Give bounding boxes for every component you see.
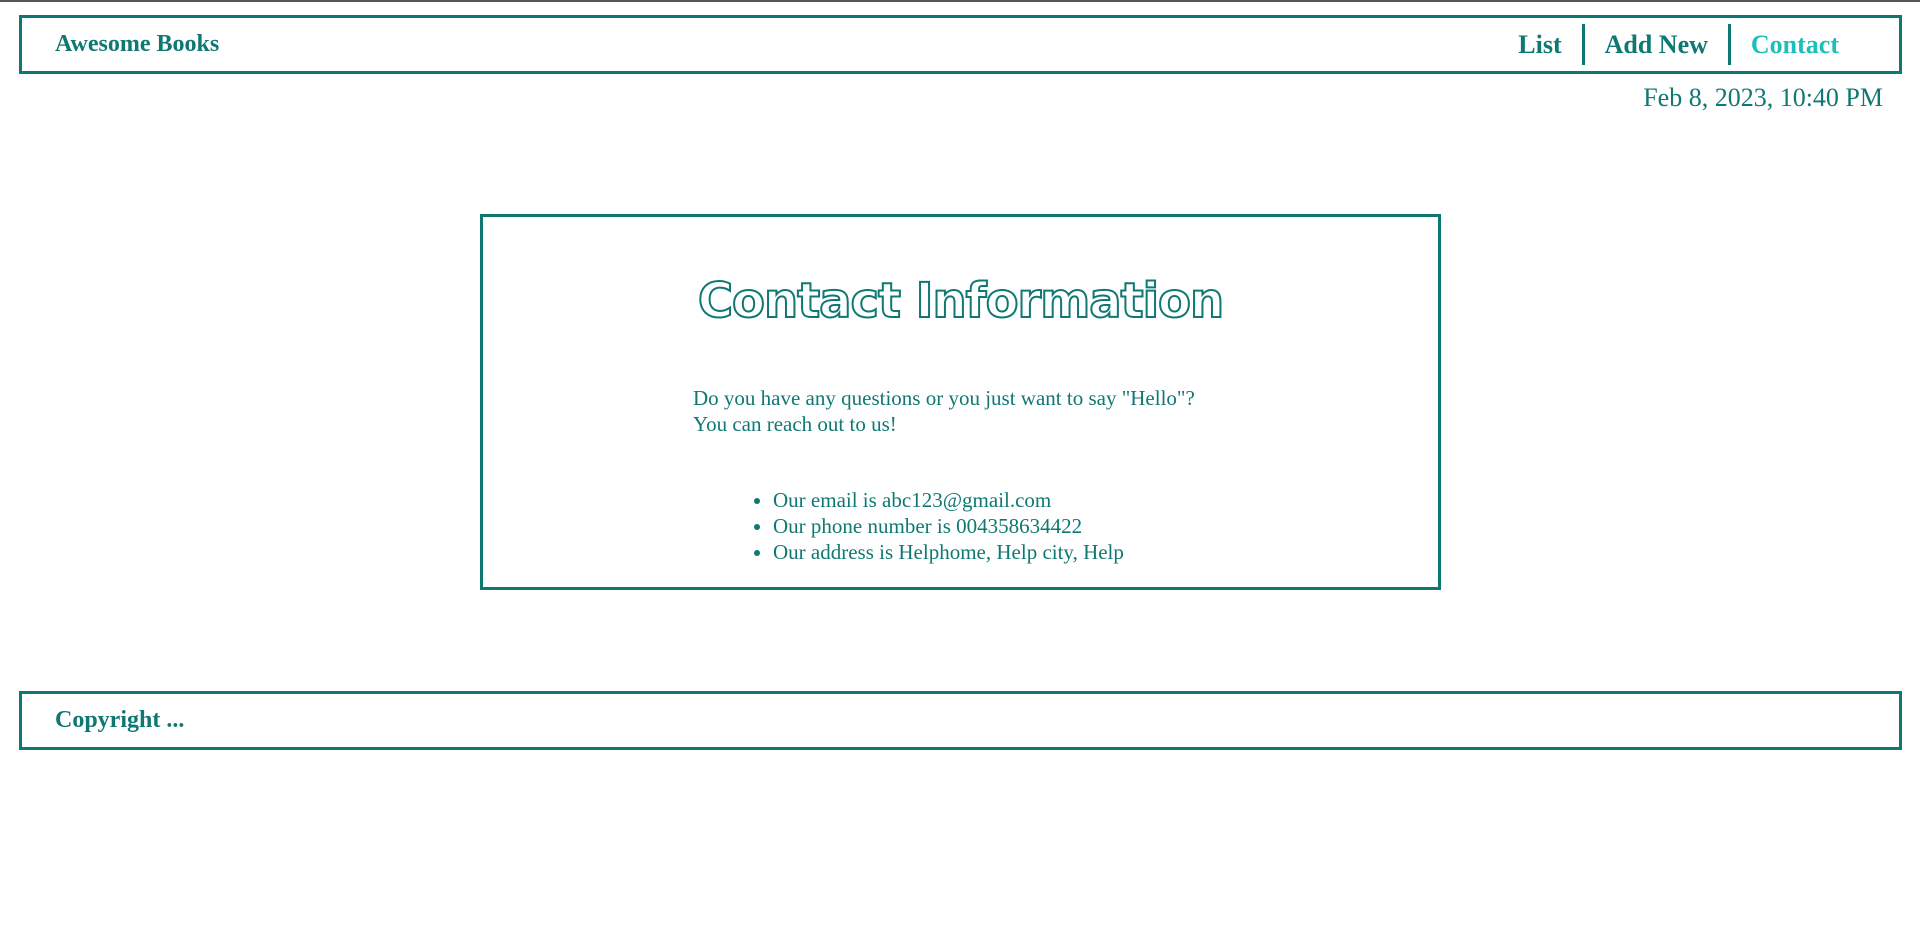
brand-logo-text[interactable]: Awesome Books [55,31,219,58]
navbar: Awesome Books List Add New Contact [19,15,1902,74]
footer: Copyright ... [19,691,1902,750]
contact-intro-line: You can reach out to us! [693,412,897,436]
copyright-text: Copyright ... [55,707,185,733]
contact-title: Contact Information [697,272,1225,330]
contact-phone-item: Our phone number is 004358634422 [773,513,1124,539]
contact-intro: Do you have any questions or you just wa… [693,385,1195,437]
current-datetime: Feb 8, 2023, 10:40 PM [1643,83,1883,112]
nav-link-add-new[interactable]: Add New [1585,24,1728,65]
contact-intro-line: Do you have any questions or you just wa… [693,386,1195,410]
nav-link-contact[interactable]: Contact [1731,24,1859,65]
top-rule [0,0,1920,2]
contact-list: Our email is abc123@gmail.com Our phone … [755,487,1124,565]
nav-links: List Add New Contact [1498,18,1859,71]
contact-address-item: Our address is Helphome, Help city, Help [773,539,1124,565]
nav-link-list[interactable]: List [1498,24,1581,65]
contact-section: Contact Information Do you have any ques… [480,214,1441,590]
contact-email-item: Our email is abc123@gmail.com [773,487,1124,513]
